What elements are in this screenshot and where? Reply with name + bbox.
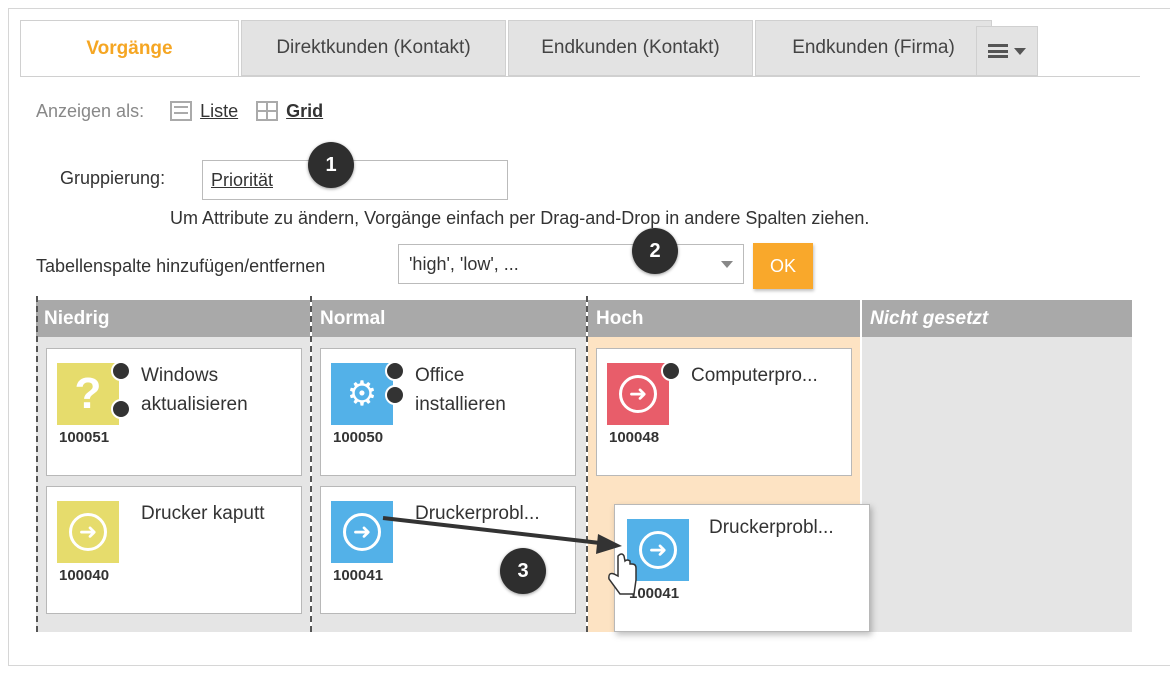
grouping-label: Gruppierung:	[60, 168, 166, 188]
caret-down-icon	[1014, 47, 1026, 55]
card-title: Office installieren	[415, 365, 506, 415]
view-grid-label: Grid	[286, 100, 324, 121]
column-header-nicht-gesetzt: Nicht gesetzt	[862, 300, 1132, 337]
card-title: Computerpro...	[691, 365, 818, 386]
card-number: 100050	[333, 429, 384, 446]
ticket-card[interactable]: ⚙ Office installieren 100050	[320, 348, 576, 476]
dropdown-arrow-icon	[721, 261, 733, 268]
tab-endkunden-kontakt[interactable]: Endkunden (Kontakt)	[508, 20, 753, 76]
grouping-input[interactable]: Priorität	[202, 160, 508, 200]
view-label: Anzeigen als:	[36, 100, 145, 121]
callout-marker-3: 3	[500, 548, 546, 594]
view-list-label: Liste	[200, 100, 239, 121]
ticket-card[interactable]: ➜ Computerpro... 100048	[596, 348, 852, 476]
view-grid-button[interactable]: Grid	[256, 101, 323, 122]
status-badge-icon	[111, 361, 131, 381]
column-selector-dropdown[interactable]: 'high', 'low', ...	[398, 244, 744, 284]
ticket-card[interactable]: ? Windows aktualisieren 100051	[46, 348, 302, 476]
arrow-circle-icon: ➜	[607, 363, 669, 425]
grouping-value: Priorität	[211, 169, 274, 190]
phone-badge-icon	[111, 399, 131, 419]
list-view-icon	[170, 101, 193, 121]
phone-badge-icon	[385, 385, 405, 405]
card-number: 100040	[59, 567, 110, 584]
ok-button[interactable]: OK	[753, 243, 813, 289]
tab-direktkunden-kontakt[interactable]: Direktkunden (Kontakt)	[241, 20, 506, 76]
column-body-nicht-gesetzt[interactable]	[862, 337, 1132, 632]
card-title: Windows aktualisieren	[141, 365, 248, 415]
callout-marker-2: 2	[632, 228, 678, 274]
view-toggle: Anzeigen als: Liste Grid	[36, 98, 341, 124]
ticket-card[interactable]: ➜ Druckerprobl... 100041	[320, 486, 576, 614]
tab-vorgaenge[interactable]: Vorgänge	[20, 20, 239, 77]
tab-bar: Vorgänge Direktkunden (Kontakt) Endkunde…	[20, 20, 1140, 77]
card-title: Drucker kaputt	[141, 503, 265, 524]
column-selector-label: Tabellenspalte hinzufügen/entfernen	[36, 256, 326, 276]
view-list-button[interactable]: Liste	[170, 101, 238, 122]
card-number: 100041	[629, 585, 680, 602]
drop-zone-border	[586, 296, 588, 632]
column-header-hoch: Hoch	[588, 300, 860, 337]
status-badge-icon	[385, 361, 405, 381]
arrow-circle-icon: ➜	[331, 501, 393, 563]
tab-menu-button[interactable]	[976, 26, 1038, 76]
card-number: 100041	[333, 567, 384, 584]
drop-zone-border	[36, 296, 38, 632]
callout-marker-1: 1	[308, 142, 354, 188]
arrow-circle-icon: ➜	[627, 519, 689, 581]
tab-label: Direktkunden (Kontakt)	[276, 37, 471, 58]
drop-zone-border	[310, 296, 312, 632]
card-title: Druckerprobl...	[415, 503, 540, 524]
card-number: 100048	[609, 429, 660, 446]
mail-badge-icon	[661, 361, 681, 381]
list-menu-icon	[988, 44, 1008, 58]
kanban-board: Niedrig Normal Hoch Nicht gesetzt ? Wind…	[36, 296, 1132, 632]
tab-label: Vorgänge	[86, 38, 173, 59]
grid-view-icon	[256, 101, 279, 121]
ticket-card[interactable]: ➜ Drucker kaputt 100040	[46, 486, 302, 614]
dragging-ticket-card[interactable]: ➜ Druckerprobl... 100041	[614, 504, 870, 632]
question-icon: ?	[57, 363, 119, 425]
card-title: Druckerprobl...	[709, 517, 834, 538]
column-selector-value: 'high', 'low', ...	[409, 253, 519, 274]
gears-icon: ⚙	[331, 363, 393, 425]
arrow-circle-icon: ➜	[57, 501, 119, 563]
card-number: 100051	[59, 429, 110, 446]
column-header-normal: Normal	[312, 300, 586, 337]
tab-content-border	[20, 76, 1140, 77]
column-header-niedrig: Niedrig	[36, 300, 310, 337]
drag-drop-hint: Um Attribute zu ändern, Vorgänge einfach…	[170, 208, 870, 228]
tab-label: Endkunden (Firma)	[792, 37, 955, 58]
tab-label: Endkunden (Kontakt)	[541, 37, 720, 58]
tab-endkunden-firma[interactable]: Endkunden (Firma)	[755, 20, 992, 76]
